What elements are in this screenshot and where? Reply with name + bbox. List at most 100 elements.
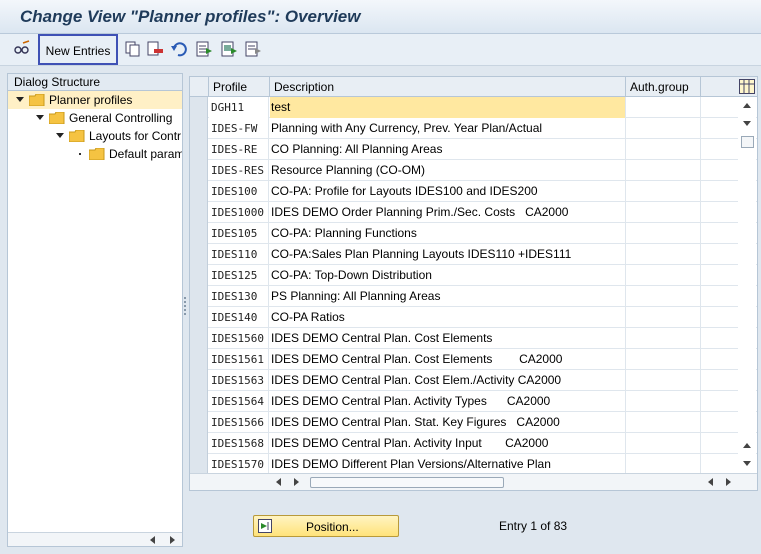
description-cell[interactable]: IDES DEMO Central Plan. Cost Elements CA… bbox=[270, 349, 626, 370]
profile-cell[interactable]: IDES140 bbox=[209, 307, 269, 328]
auth-group-cell[interactable] bbox=[626, 139, 701, 160]
profile-cell[interactable]: IDES-RE bbox=[209, 139, 269, 160]
panel-splitter-handle[interactable] bbox=[183, 295, 187, 319]
row-selector[interactable] bbox=[190, 160, 208, 181]
profile-cell[interactable]: IDES1000 bbox=[209, 202, 269, 223]
scroll-right-icon[interactable] bbox=[170, 536, 175, 544]
row-selector[interactable] bbox=[190, 370, 208, 391]
auth-group-cell[interactable] bbox=[626, 181, 701, 202]
table-horizontal-scrollbar[interactable] bbox=[190, 473, 757, 490]
position-button[interactable]: Position... bbox=[253, 515, 399, 537]
column-header-description[interactable]: Description bbox=[270, 77, 626, 97]
tree-item-general-controlling[interactable]: General Controlling bbox=[8, 109, 182, 127]
row-selector[interactable] bbox=[190, 139, 208, 160]
description-cell[interactable]: IDES DEMO Order Planning Prim./Sec. Cost… bbox=[270, 202, 626, 223]
profile-cell[interactable]: IDES1561 bbox=[209, 349, 269, 370]
row-selector[interactable] bbox=[190, 265, 208, 286]
auth-group-cell[interactable] bbox=[626, 202, 701, 223]
expand-arrow-icon[interactable] bbox=[36, 115, 44, 120]
scroll-up-icon[interactable] bbox=[743, 443, 751, 448]
auth-group-cell[interactable] bbox=[626, 244, 701, 265]
row-selector[interactable] bbox=[190, 181, 208, 202]
row-selector[interactable] bbox=[190, 244, 208, 265]
column-header-profile[interactable]: Profile bbox=[209, 77, 270, 97]
row-selector[interactable] bbox=[190, 349, 208, 370]
table-vertical-scrollbar[interactable] bbox=[738, 99, 756, 471]
copy-icon[interactable] bbox=[124, 40, 142, 58]
auth-group-cell[interactable] bbox=[626, 391, 701, 412]
auth-group-cell[interactable] bbox=[626, 118, 701, 139]
scroll-left-icon[interactable] bbox=[276, 478, 281, 486]
auth-group-cell[interactable] bbox=[626, 328, 701, 349]
description-cell[interactable]: CO-PA Ratios bbox=[270, 307, 626, 328]
profile-cell[interactable]: IDES-RES bbox=[209, 160, 269, 181]
description-cell[interactable]: CO-PA: Profile for Layouts IDES100 and I… bbox=[270, 181, 626, 202]
select-all-icon[interactable] bbox=[195, 40, 213, 58]
auth-group-cell[interactable] bbox=[626, 454, 701, 475]
auth-group-cell[interactable] bbox=[626, 349, 701, 370]
select-all-header[interactable] bbox=[190, 77, 209, 97]
glasses-pencil-icon[interactable] bbox=[13, 40, 31, 58]
tree-item-planner-profiles[interactable]: Planner profiles bbox=[8, 91, 182, 109]
description-cell[interactable]: IDES DEMO Central Plan. Activity Input C… bbox=[270, 433, 626, 454]
description-cell[interactable]: IDES DEMO Different Plan Versions/Altern… bbox=[270, 454, 626, 475]
table-settings-icon[interactable] bbox=[739, 79, 755, 94]
row-selector[interactable] bbox=[190, 223, 208, 244]
row-selector[interactable] bbox=[190, 97, 208, 118]
description-cell[interactable]: CO Planning: All Planning Areas bbox=[270, 139, 626, 160]
description-cell[interactable]: IDES DEMO Central Plan. Stat. Key Figure… bbox=[270, 412, 626, 433]
auth-group-cell[interactable] bbox=[626, 97, 701, 118]
expand-arrow-icon[interactable] bbox=[56, 133, 64, 138]
column-header-auth-group[interactable]: Auth.group bbox=[626, 77, 701, 97]
auth-group-cell[interactable] bbox=[626, 433, 701, 454]
select-block-icon[interactable] bbox=[220, 40, 238, 58]
tree-item-default-param[interactable]: Default param bbox=[8, 145, 182, 163]
row-selector[interactable] bbox=[190, 328, 208, 349]
row-selector[interactable] bbox=[190, 307, 208, 328]
new-entries-button[interactable]: New Entries bbox=[38, 34, 118, 65]
profile-cell[interactable]: IDES105 bbox=[209, 223, 269, 244]
row-selector[interactable] bbox=[190, 433, 208, 454]
auth-group-cell[interactable] bbox=[626, 370, 701, 391]
auth-group-cell[interactable] bbox=[626, 265, 701, 286]
horizontal-scroll-thumb[interactable] bbox=[310, 477, 504, 488]
scroll-right-icon[interactable] bbox=[294, 478, 299, 486]
scroll-down-icon[interactable] bbox=[743, 121, 751, 126]
description-cell[interactable]: PS Planning: All Planning Areas bbox=[270, 286, 626, 307]
row-selector[interactable] bbox=[190, 454, 208, 475]
row-selector[interactable] bbox=[190, 412, 208, 433]
undo-icon[interactable] bbox=[170, 40, 188, 58]
profile-cell[interactable]: IDES1560 bbox=[209, 328, 269, 349]
description-cell[interactable]: IDES DEMO Central Plan. Cost Elem./Activ… bbox=[270, 370, 626, 391]
profile-cell[interactable]: IDES1568 bbox=[209, 433, 269, 454]
description-cell[interactable]: CO-PA:Sales Plan Planning Layouts IDES11… bbox=[270, 244, 626, 265]
auth-group-cell[interactable] bbox=[626, 160, 701, 181]
row-selector[interactable] bbox=[190, 202, 208, 223]
auth-group-cell[interactable] bbox=[626, 286, 701, 307]
description-cell[interactable]: test bbox=[270, 97, 626, 118]
row-selector[interactable] bbox=[190, 118, 208, 139]
description-cell[interactable]: Planning with Any Currency, Prev. Year P… bbox=[270, 118, 626, 139]
profile-cell[interactable]: IDES110 bbox=[209, 244, 269, 265]
auth-group-cell[interactable] bbox=[626, 223, 701, 244]
scroll-left-icon[interactable] bbox=[150, 536, 155, 544]
profile-cell[interactable]: IDES125 bbox=[209, 265, 269, 286]
description-cell[interactable]: IDES DEMO Central Plan. Activity Types C… bbox=[270, 391, 626, 412]
description-cell[interactable]: CO-PA: Top-Down Distribution bbox=[270, 265, 626, 286]
row-selector[interactable] bbox=[190, 286, 208, 307]
expand-arrow-icon[interactable] bbox=[16, 97, 24, 102]
profile-cell[interactable]: IDES-FW bbox=[209, 118, 269, 139]
profile-cell[interactable]: IDES1563 bbox=[209, 370, 269, 391]
deselect-all-icon[interactable] bbox=[244, 40, 262, 58]
description-cell[interactable]: Resource Planning (CO-OM) bbox=[270, 160, 626, 181]
tree-item-layouts-for-contr[interactable]: Layouts for Contr bbox=[8, 127, 182, 145]
auth-group-cell[interactable] bbox=[626, 307, 701, 328]
scroll-right-icon[interactable] bbox=[726, 478, 731, 486]
tree-horizontal-scrollbar[interactable] bbox=[8, 532, 182, 546]
profile-cell[interactable]: IDES1570 bbox=[209, 454, 269, 475]
profile-cell[interactable]: IDES100 bbox=[209, 181, 269, 202]
profile-cell[interactable]: IDES1566 bbox=[209, 412, 269, 433]
profile-cell[interactable]: DGH11 bbox=[209, 97, 269, 118]
scroll-left-icon[interactable] bbox=[708, 478, 713, 486]
description-cell[interactable]: CO-PA: Planning Functions bbox=[270, 223, 626, 244]
